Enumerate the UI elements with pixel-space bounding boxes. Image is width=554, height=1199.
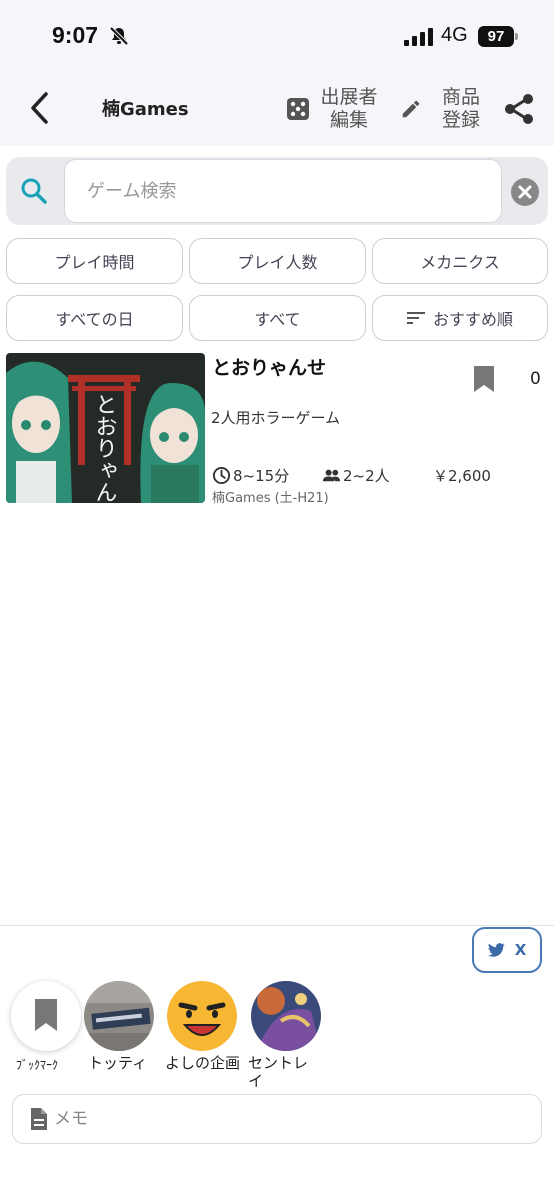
twitter-bird-icon [487,943,505,957]
filter-play-time[interactable]: プレイ時間 [6,238,183,284]
totti-avatar-image [84,981,154,1051]
game-title[interactable]: とおりゃんせ [212,353,326,380]
filter-player-count[interactable]: プレイ人数 [189,238,366,284]
smiley-face-icon [167,981,237,1051]
pencil-icon [402,100,420,118]
avatar-sentorei[interactable] [251,981,321,1051]
share-icon[interactable] [502,92,536,126]
thumbnail-title-text: とおりゃんせ [92,393,117,503]
bookmark-count: 0 [530,369,541,389]
status-time: 9:07 [52,22,99,48]
avatar-label-sentorei: セントレイ [248,1054,309,1090]
dice-icon [287,98,309,120]
game-description: 2人用ホラーゲーム [211,409,341,427]
filter-all[interactable]: すべて [189,295,366,341]
filter-mechanics[interactable]: メカニクス [372,238,548,284]
memo-field[interactable] [12,1094,542,1144]
avatar-label-bookmark: ﾌﾞｯｸﾏｰｸ [16,1058,59,1072]
edit-exhibitor-label: 出展者 編集 [320,86,378,131]
avatar-yoshino[interactable] [167,981,237,1051]
bookmark-icon[interactable] [472,364,496,394]
status-bar: 9:07 4G 97 [0,0,554,72]
app-header: 楠Games 出展者 編集 商品 登録 [0,72,554,146]
network-type: 4G [441,24,468,46]
avatar-label-yoshino: よしの企画 [165,1054,241,1072]
people-icon [322,469,341,482]
player-count: 2~2人 [322,465,390,486]
register-product-label: 商品 登録 [441,86,480,131]
bookmark-icon [35,999,57,1031]
edit-exhibitor-button[interactable]: 出展者 編集 [286,82,382,136]
register-product-button[interactable]: 商品 登録 [400,82,494,136]
sort-order[interactable]: おすすめ順 [372,295,548,341]
bookmark-avatar-button[interactable] [11,981,81,1051]
search-bar [6,157,548,225]
avatar-label-totti: トッティ [88,1054,148,1072]
avatar-totti[interactable] [84,981,154,1051]
battery-tip [515,33,518,40]
clock-icon [212,466,231,485]
document-icon [31,1108,47,1130]
page-title: 楠Games [102,99,189,120]
bell-muted-icon [109,26,129,46]
sort-icon [406,312,425,324]
clear-search-icon[interactable] [511,178,539,206]
divider [0,925,554,926]
memo-input[interactable] [54,1109,514,1129]
back-button[interactable] [22,88,58,128]
booth-info: 楠Games (土-H21) [212,491,329,506]
play-time: 8~15分 [212,465,289,486]
price: ￥2,600 [433,467,491,485]
filter-day[interactable]: すべての日 [6,295,183,341]
search-input[interactable] [64,159,502,223]
sentorei-avatar-image [251,981,321,1051]
signal-icon [404,28,433,46]
battery-indicator: 97 [478,26,514,47]
game-card[interactable]: とおりゃんせ とおりゃんせ 0 2人用ホラーゲーム 8~15分 2~2人 ￥2,… [6,353,554,506]
share-x-button[interactable]: X [472,927,542,973]
search-icon[interactable] [20,177,48,205]
game-thumbnail[interactable]: とおりゃんせ [6,353,205,503]
